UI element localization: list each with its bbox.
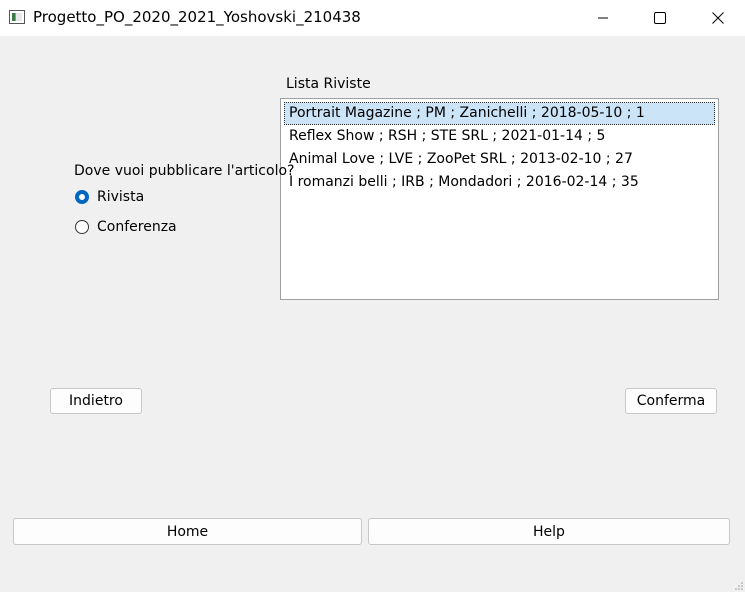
home-button[interactable]: Home xyxy=(13,518,362,545)
minimize-button[interactable] xyxy=(580,0,626,36)
radio-checked-icon xyxy=(75,190,89,204)
app-icon xyxy=(9,10,25,24)
maximize-button[interactable] xyxy=(637,0,683,36)
list-item[interactable]: Portrait Magazine ; PM ; Zanichelli ; 20… xyxy=(284,102,715,125)
list-item[interactable]: I romanzi belli ; IRB ; Mondadori ; 2016… xyxy=(284,171,715,194)
list-item[interactable]: Reflex Show ; RSH ; STE SRL ; 2021-01-14… xyxy=(284,125,715,148)
minimize-icon xyxy=(598,17,608,19)
publish-question: Dove vuoi pubblicare l'articolo? xyxy=(74,163,295,179)
title-bar: Progetto_PO_2020_2021_Yoshovski_210438 xyxy=(0,0,745,36)
window-title: Progetto_PO_2020_2021_Yoshovski_210438 xyxy=(33,8,361,26)
close-button[interactable] xyxy=(695,0,741,36)
close-icon xyxy=(712,12,724,24)
magazine-list[interactable]: Portrait Magazine ; PM ; Zanichelli ; 20… xyxy=(280,98,719,300)
radio-label: Conferenza xyxy=(97,219,177,235)
radio-label: Rivista xyxy=(97,189,145,205)
confirm-button[interactable]: Conferma xyxy=(625,388,717,414)
maximize-icon xyxy=(654,12,666,24)
radio-rivista[interactable]: Rivista xyxy=(75,189,144,205)
list-item[interactable]: Animal Love ; LVE ; ZooPet SRL ; 2013-02… xyxy=(284,148,715,171)
help-button[interactable]: Help xyxy=(368,518,730,545)
radio-conferenza[interactable]: Conferenza xyxy=(75,219,177,235)
list-heading: Lista Riviste xyxy=(286,76,371,92)
back-button[interactable]: Indietro xyxy=(50,388,142,414)
resize-grip-icon[interactable] xyxy=(735,582,743,590)
radio-unchecked-icon xyxy=(75,220,89,234)
